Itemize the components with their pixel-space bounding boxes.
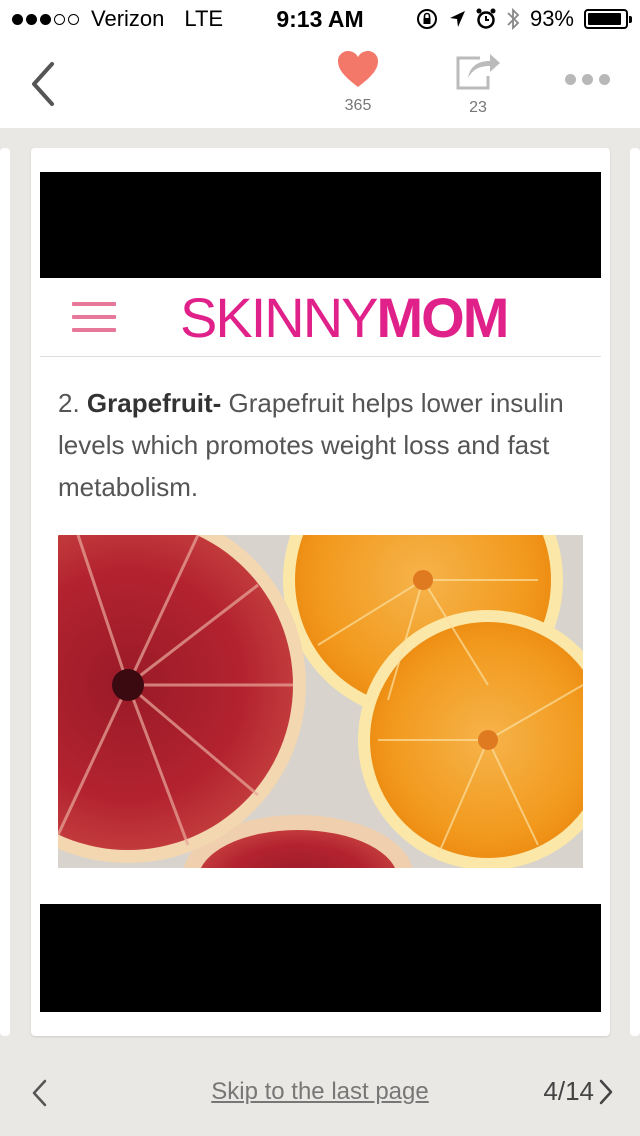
status-right: 93% xyxy=(416,6,632,32)
back-button[interactable] xyxy=(26,58,60,110)
citrus-photo xyxy=(58,535,583,868)
alarm-icon xyxy=(476,8,496,29)
website-header: SKINNYMOM xyxy=(40,278,601,357)
orientation-lock-icon xyxy=(416,9,437,29)
hamburger-menu-icon xyxy=(72,302,116,341)
like-button[interactable]: 365 xyxy=(328,50,388,115)
bottom-bar: Skip to the last page 4/14 xyxy=(0,1050,640,1136)
more-dot xyxy=(565,74,576,85)
article-number: 2. xyxy=(58,388,80,418)
like-count: 365 xyxy=(344,97,372,114)
article-text: 2. Grapefruit- Grapefruit helps lower in… xyxy=(58,382,588,508)
article-title: Grapefruit- xyxy=(86,388,222,418)
skinnymom-logo: SKINNYMOM xyxy=(180,286,509,349)
bottom-black-bar xyxy=(40,904,601,1012)
bluetooth-icon xyxy=(507,7,520,31)
chevron-right-icon xyxy=(599,1079,613,1104)
content-card: SKINNYMOM 2. Grapefruit- Grapefruit help… xyxy=(31,148,610,1036)
previous-card-edge[interactable] xyxy=(0,148,10,1036)
more-dot xyxy=(599,74,610,85)
battery-fill xyxy=(588,13,622,25)
share-button[interactable]: 23 xyxy=(448,50,508,117)
more-dot xyxy=(582,74,593,85)
more-button[interactable] xyxy=(565,74,610,85)
status-bar: Verizon LTE 9:13 AM 93% xyxy=(0,0,640,40)
battery-percent: 93% xyxy=(529,6,574,31)
share-count: 23 xyxy=(469,99,487,116)
next-card-edge[interactable] xyxy=(630,148,640,1036)
location-arrow-icon xyxy=(449,11,465,27)
battery-icon xyxy=(584,9,632,29)
nav-bar: 365 23 xyxy=(0,40,640,128)
citrus-image xyxy=(58,535,583,868)
heart-icon xyxy=(338,51,378,87)
top-black-bar xyxy=(40,172,601,278)
page-indicator[interactable]: 4/14 xyxy=(543,1076,614,1107)
page-count: 4/14 xyxy=(543,1076,594,1106)
share-icon xyxy=(456,54,500,90)
